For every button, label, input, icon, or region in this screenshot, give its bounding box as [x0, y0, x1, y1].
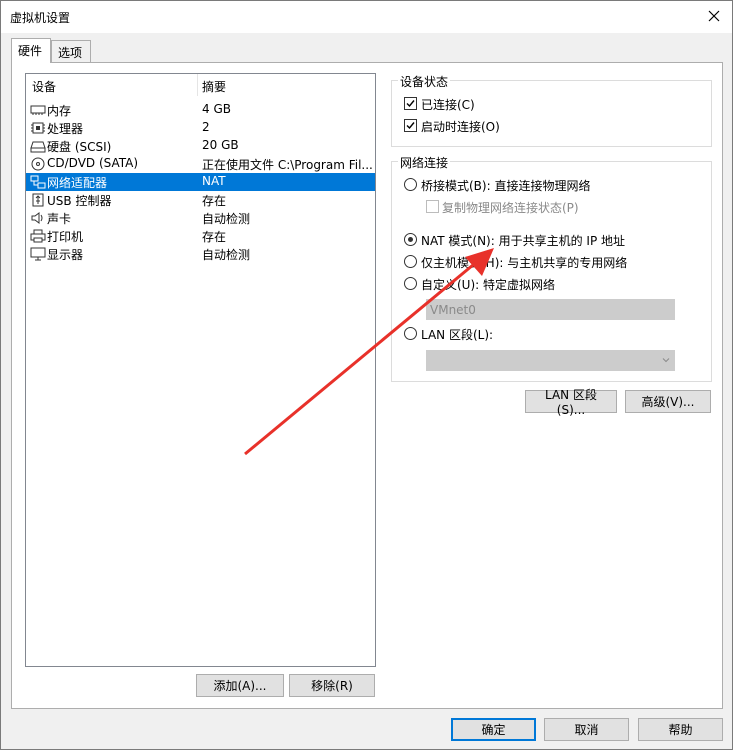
device-summary: 自动检测 — [202, 212, 251, 226]
column-separator[interactable] — [197, 74, 198, 96]
device-list-header: 设备 摘要 — [26, 74, 375, 96]
network-connection-title: 网络连接 — [398, 154, 451, 171]
device-summary: 4 GB — [202, 102, 231, 116]
device-name: 网络适配器 — [47, 176, 108, 190]
lan-segment-select[interactable] — [426, 350, 675, 371]
device-summary: 2 — [202, 120, 210, 134]
device-row-network-adapter[interactable]: 网络适配器 NAT — [26, 173, 375, 191]
bridged-radio[interactable] — [404, 178, 417, 191]
lan-segment-radio[interactable] — [404, 327, 417, 340]
host-only-label[interactable]: 仅主机模式(H): 与主机共享的专用网络 — [421, 254, 627, 271]
device-summary: 自动检测 — [202, 248, 251, 262]
advanced-button[interactable]: 高级(V)... — [625, 390, 711, 413]
usb-icon — [32, 193, 44, 207]
custom-radio[interactable] — [404, 277, 417, 290]
help-button[interactable]: 帮助 — [638, 718, 723, 741]
hardware-panel: 设备 摘要 内存 4 GB 处理器 2 硬盘 (SCSI) 20 GB CD/D… — [11, 62, 723, 709]
tab-options[interactable]: 选项 — [51, 40, 91, 62]
cpu-icon — [31, 122, 45, 134]
add-button[interactable]: 添加(A)... — [196, 674, 284, 697]
checkmark-icon — [406, 100, 415, 108]
radio-dot — [408, 237, 413, 242]
device-row-processor[interactable]: 处理器 2 — [26, 119, 375, 137]
device-status-title: 设备状态 — [398, 73, 451, 90]
device-name: 显示器 — [47, 248, 84, 262]
display-icon — [30, 247, 46, 261]
device-list[interactable]: 设备 摘要 内存 4 GB 处理器 2 硬盘 (SCSI) 20 GB CD/D… — [25, 73, 376, 667]
connected-checkbox[interactable] — [404, 97, 417, 110]
ok-button[interactable]: 确定 — [451, 718, 536, 741]
nat-radio[interactable] — [404, 233, 417, 246]
remove-button[interactable]: 移除(R) — [289, 674, 375, 697]
device-row-memory[interactable]: 内存 4 GB — [26, 101, 375, 119]
nat-label[interactable]: NAT 模式(N): 用于共享主机的 IP 地址 — [421, 232, 625, 249]
vmnet-select-value: VMnet0 — [430, 303, 476, 317]
printer-icon — [30, 229, 46, 243]
replicate-state-label[interactable]: 复制物理网络连接状态(P) — [442, 199, 579, 216]
connect-at-power-on-checkbox[interactable] — [404, 119, 417, 132]
device-row-hard-disk[interactable]: 硬盘 (SCSI) 20 GB — [26, 137, 375, 155]
speaker-icon — [31, 212, 43, 224]
device-summary: NAT — [202, 174, 226, 188]
hard-disk-icon — [30, 141, 46, 153]
device-summary: 存在 — [202, 230, 227, 244]
tab-options-label: 选项 — [58, 46, 83, 60]
device-summary: 存在 — [202, 194, 227, 208]
host-only-radio[interactable] — [404, 255, 417, 268]
column-header-summary[interactable]: 摘要 — [202, 78, 226, 95]
vmnet-select[interactable]: VMnet0 — [426, 299, 675, 320]
device-row-display[interactable]: 显示器 自动检测 — [26, 245, 375, 263]
cd-dvd-icon — [31, 157, 45, 171]
device-name: USB 控制器 — [47, 194, 112, 208]
close-button[interactable] — [702, 5, 726, 27]
tab-hardware-label: 硬件 — [18, 44, 43, 58]
vm-settings-dialog: 虚拟机设置 硬件 选项 设备 摘要 内存 4 GB 处理器 2 硬盘 (SCSI… — [0, 0, 733, 750]
custom-label[interactable]: 自定义(U): 特定虚拟网络 — [421, 276, 555, 293]
column-header-device[interactable]: 设备 — [32, 78, 56, 95]
device-name: CD/DVD (SATA) — [47, 156, 139, 170]
device-summary: 20 GB — [202, 138, 239, 152]
device-name: 处理器 — [47, 122, 84, 136]
replicate-state-checkbox[interactable] — [426, 200, 439, 213]
cancel-button[interactable]: 取消 — [544, 718, 629, 741]
device-row-printer[interactable]: 打印机 存在 — [26, 227, 375, 245]
lan-segment-label[interactable]: LAN 区段(L): — [421, 326, 493, 343]
title-bar: 虚拟机设置 — [1, 1, 732, 33]
network-connection-group: 网络连接 桥接模式(B): 直接连接物理网络 复制物理网络连接状态(P) NAT… — [391, 154, 712, 382]
device-name: 内存 — [47, 104, 72, 118]
device-row-usb-controller[interactable]: USB 控制器 存在 — [26, 191, 375, 209]
checkmark-icon — [406, 122, 415, 130]
device-row-cd-dvd[interactable]: CD/DVD (SATA) 正在使用文件 C:\Program Fil... — [26, 155, 375, 173]
close-icon — [708, 10, 720, 22]
window-title: 虚拟机设置 — [10, 11, 71, 25]
bridged-label[interactable]: 桥接模式(B): 直接连接物理网络 — [421, 177, 590, 194]
connect-at-power-on-label[interactable]: 启动时连接(O) — [421, 118, 500, 135]
device-summary: 正在使用文件 C:\Program Fil... — [202, 158, 373, 172]
chevron-down-icon — [662, 358, 670, 363]
device-name: 声卡 — [47, 212, 72, 226]
memory-icon — [30, 105, 46, 115]
device-status-group: 设备状态 已连接(C) 启动时连接(O) — [391, 73, 712, 147]
lan-segments-button[interactable]: LAN 区段(S)... — [525, 388, 617, 417]
connected-label[interactable]: 已连接(C) — [421, 96, 475, 113]
network-adapter-icon — [30, 175, 46, 189]
device-name: 打印机 — [47, 230, 84, 244]
device-name: 硬盘 (SCSI) — [47, 140, 112, 154]
device-row-sound-card[interactable]: 声卡 自动检测 — [26, 209, 375, 227]
tab-hardware[interactable]: 硬件 — [11, 38, 51, 63]
